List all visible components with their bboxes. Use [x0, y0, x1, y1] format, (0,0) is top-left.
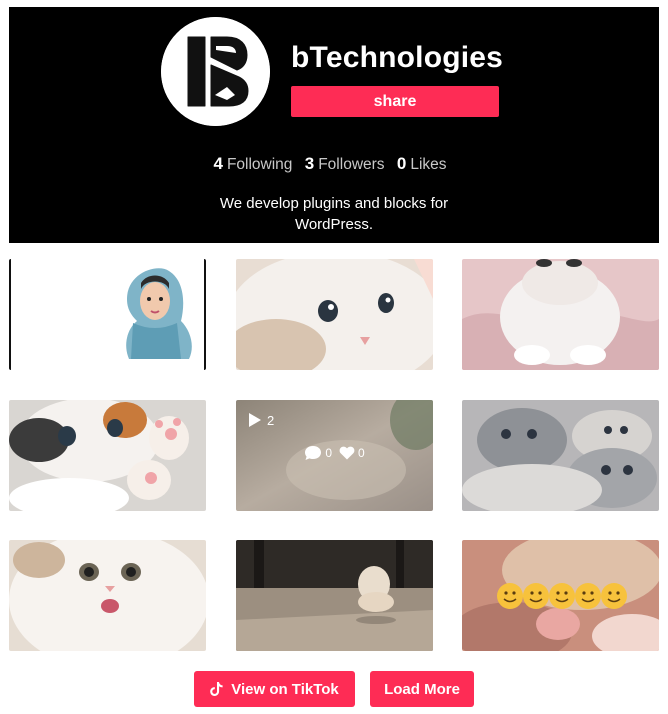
play-count: 2: [248, 412, 274, 428]
comment-count: 0: [325, 446, 332, 460]
profile-name: bTechnologies: [291, 41, 504, 74]
video-tile[interactable]: [462, 259, 659, 370]
like-count: 0: [358, 446, 365, 460]
tiktok-icon: [210, 682, 223, 696]
video-tile[interactable]: [236, 540, 433, 651]
action-buttons: View on TikTok Load More: [0, 671, 668, 707]
profile-bio: We develop plugins and blocks for WordPr…: [219, 195, 449, 233]
followers-count: 3: [304, 154, 315, 173]
calico-kitten-paws: [9, 400, 206, 511]
likes-label: Likes: [410, 156, 447, 173]
smiley-emojis-on-paw: [462, 540, 659, 651]
white-kitten-on-pink-blanket: [462, 259, 659, 370]
video-stats-overlay: 2 0 0: [236, 400, 433, 511]
following-count: 4: [213, 154, 223, 173]
hijab-illustration-icon: [9, 259, 206, 370]
video-tile[interactable]: [9, 540, 206, 651]
video-grid: 2 0 0: [9, 259, 661, 651]
video-tile[interactable]: [9, 400, 206, 511]
kitten-on-floor: [236, 540, 433, 651]
video-tile[interactable]: [236, 259, 433, 370]
view-on-tiktok-label: View on TikTok: [231, 680, 339, 698]
play-icon: [249, 413, 261, 427]
comment-icon: [305, 446, 322, 460]
profile-stats: 4 Following 3 Followers 0 Likes: [9, 154, 659, 174]
following-label: Following: [226, 156, 293, 173]
fluffy-white-kitten-surprised: [9, 540, 206, 651]
video-tile[interactable]: [462, 400, 659, 511]
grey-kittens-group: [462, 400, 659, 511]
likes-count: 0: [396, 154, 407, 173]
white-kitten-closeup: [236, 259, 433, 370]
video-tile[interactable]: [462, 540, 659, 651]
followers-label: Followers: [318, 156, 385, 173]
video-tile[interactable]: 2 0 0: [236, 400, 433, 511]
load-more-button[interactable]: Load More: [370, 671, 474, 707]
avatar[interactable]: [161, 17, 270, 126]
view-on-tiktok-button[interactable]: View on TikTok: [194, 671, 355, 707]
engagement-stats: 0 0: [236, 445, 433, 461]
play-count-value: 2: [267, 412, 275, 428]
share-button[interactable]: share: [291, 86, 499, 117]
video-tile[interactable]: [9, 259, 206, 370]
heart-icon: [339, 446, 355, 460]
btech-logo-icon: [161, 17, 270, 126]
profile-header: bTechnologies share 4 Following 3 Follower…: [9, 7, 659, 243]
